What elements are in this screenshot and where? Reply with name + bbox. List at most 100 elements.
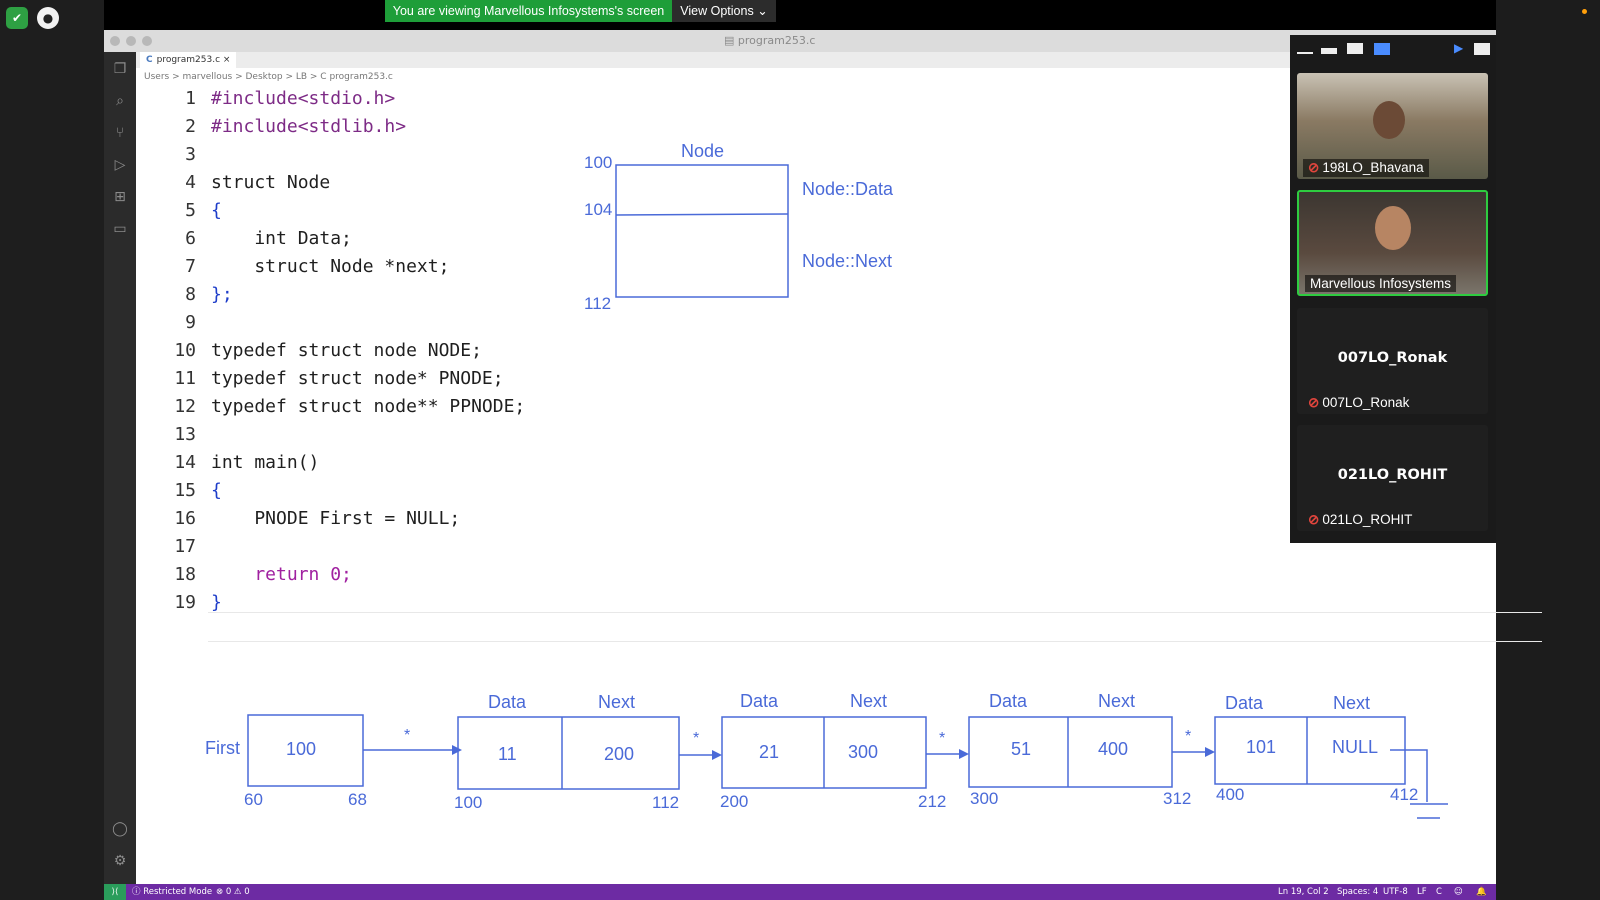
screen-share-bar: You are viewing Marvellous Infosystems's… bbox=[104, 0, 1587, 30]
language-mode[interactable]: C bbox=[1436, 884, 1442, 900]
gallery-view-icon[interactable] bbox=[1374, 43, 1390, 55]
arrow-head bbox=[712, 750, 722, 760]
sharing-banner: You are viewing Marvellous Infosystems's… bbox=[385, 0, 672, 22]
close-window-button[interactable] bbox=[110, 36, 120, 46]
minimize-window-button[interactable] bbox=[126, 36, 136, 46]
linked-list-diagram: First 100 60 68 * Data Next 11 200 100 1… bbox=[205, 691, 1448, 819]
speaker-view-small-icon[interactable] bbox=[1321, 48, 1337, 54]
node-next: 400 bbox=[1098, 739, 1128, 759]
restricted-mode[interactable]: ⓘ Restricted Mode bbox=[132, 884, 212, 900]
data-label: Data bbox=[1225, 693, 1264, 713]
explorer-icon[interactable]: ❐ bbox=[111, 60, 129, 78]
remote-explorer-icon[interactable]: ▭ bbox=[111, 220, 129, 238]
speaker-view-icon[interactable] bbox=[1347, 43, 1363, 54]
next-field-label: Node::Next bbox=[802, 251, 892, 271]
shield-icon[interactable]: ✔ bbox=[6, 7, 28, 29]
participant-video-feed bbox=[1375, 206, 1411, 250]
address-label: 68 bbox=[348, 790, 367, 809]
address-label: 112 bbox=[652, 793, 679, 812]
next-label: Next bbox=[1098, 691, 1135, 711]
search-icon[interactable]: ⌕ bbox=[111, 92, 129, 110]
settings-gear-icon[interactable]: ⚙ bbox=[111, 852, 129, 870]
participant-display-name: 021LO_ROHIT bbox=[1337, 467, 1448, 483]
remote-indicator-icon[interactable]: ⟩⟨ bbox=[104, 884, 126, 900]
first-label: First bbox=[205, 738, 240, 758]
list-node bbox=[457, 716, 680, 790]
activity-dot bbox=[1582, 9, 1587, 14]
os-dock: ✔ ● bbox=[0, 0, 104, 900]
arrow-head bbox=[1205, 747, 1215, 757]
exit-panel-icon[interactable] bbox=[1474, 43, 1490, 55]
indentation[interactable]: Spaces: 4 bbox=[1337, 884, 1378, 900]
video-tile[interactable]: ⊘ 198LO_Bhavana bbox=[1297, 73, 1488, 179]
minimize-icon[interactable] bbox=[1297, 52, 1313, 54]
view-options-label: View Options bbox=[680, 4, 754, 18]
address-label: 300 bbox=[970, 789, 998, 808]
tab-label: program253.c bbox=[156, 55, 221, 65]
first-value: 100 bbox=[286, 739, 316, 759]
list-node bbox=[968, 716, 1173, 788]
participant-name: ⊘ 198LO_Bhavana bbox=[1303, 159, 1429, 177]
current-line-highlight bbox=[208, 612, 1542, 642]
node-data: 11 bbox=[498, 744, 517, 764]
node-box bbox=[615, 164, 789, 298]
node-next: 300 bbox=[848, 742, 878, 762]
record-icon[interactable]: ● bbox=[37, 7, 59, 29]
window-title: ▤ program253.c bbox=[724, 34, 816, 47]
feedback-icon[interactable]: ☺ bbox=[1454, 884, 1463, 900]
cursor-position[interactable]: Ln 19, Col 2 bbox=[1278, 884, 1329, 900]
title-bar: ▤ program253.c bbox=[104, 30, 1496, 52]
source-control-icon[interactable]: ⑂ bbox=[111, 124, 129, 142]
node-struct-diagram: Node 100 104 112 Node::Data Node::Next bbox=[584, 141, 894, 313]
data-field-label: Node::Data bbox=[802, 179, 894, 199]
mic-muted-icon: ⊘ bbox=[1308, 160, 1320, 175]
chevron-down-icon: ⌄ bbox=[757, 4, 768, 18]
next-label: Next bbox=[598, 692, 635, 712]
account-icon[interactable]: ◯ bbox=[111, 820, 129, 838]
avatar-tile[interactable]: 021LO_ROHIT ⊘ 021LO_ROHIT bbox=[1297, 425, 1488, 531]
participant-name: ⊘ 021LO_ROHIT bbox=[1308, 512, 1413, 527]
maximize-window-button[interactable] bbox=[142, 36, 152, 46]
pointer-star: * bbox=[939, 730, 945, 747]
address-label: 400 bbox=[1216, 785, 1244, 804]
problems-count[interactable]: ⊗ 0 ⚠ 0 bbox=[216, 884, 250, 900]
arrow-head bbox=[452, 745, 462, 755]
node-data: 101 bbox=[1246, 737, 1276, 757]
data-label: Data bbox=[740, 691, 779, 711]
node-divider bbox=[615, 213, 789, 216]
node-data: 21 bbox=[759, 742, 779, 762]
encoding[interactable]: UTF-8 bbox=[1383, 884, 1408, 900]
extensions-icon[interactable]: ⊞ bbox=[111, 188, 129, 206]
address-label: 312 bbox=[1163, 789, 1191, 808]
tab-program253[interactable]: Cprogram253.c × bbox=[140, 52, 237, 68]
node-next: NULL bbox=[1332, 737, 1378, 757]
mic-muted-icon: ⊘ bbox=[1308, 512, 1320, 527]
data-label: Data bbox=[488, 692, 527, 712]
line-ending[interactable]: LF bbox=[1417, 884, 1427, 900]
address-label: 100 bbox=[454, 793, 482, 812]
close-tab-icon[interactable]: × bbox=[223, 55, 231, 65]
run-debug-icon[interactable]: ▷ bbox=[111, 156, 129, 174]
mic-muted-icon: ⊘ bbox=[1308, 395, 1320, 410]
pointer-star: * bbox=[693, 730, 699, 747]
address-label: 212 bbox=[918, 792, 946, 811]
next-label: Next bbox=[850, 691, 887, 711]
restricted-mode-label: Restricted Mode bbox=[143, 887, 213, 897]
c-file-icon: C bbox=[146, 55, 153, 65]
address-label: 104 bbox=[584, 200, 612, 219]
data-label: Data bbox=[989, 691, 1028, 711]
avatar-tile[interactable]: 007LO_Ronak ⊘ 007LO_Ronak bbox=[1297, 308, 1488, 414]
participants-panel: ▶ ⊘ 198LO_Bhavana Marvellous Infosystems … bbox=[1290, 35, 1496, 543]
address-label: 100 bbox=[584, 153, 612, 172]
active-speaker-tile[interactable]: Marvellous Infosystems bbox=[1297, 190, 1488, 296]
breadcrumb[interactable]: Users > marvellous > Desktop > LB > C pr… bbox=[144, 72, 393, 82]
view-options-button[interactable]: View Options ⌄ bbox=[672, 0, 776, 22]
next-label: Next bbox=[1333, 693, 1370, 713]
status-bar: ⟩⟨ ⓘ Restricted Mode ⊗ 0 ⚠ 0 Ln 19, Col … bbox=[104, 884, 1496, 900]
node-next: 200 bbox=[604, 744, 634, 764]
play-icon[interactable]: ▶ bbox=[1454, 41, 1463, 55]
window-title-text: program253.c bbox=[737, 34, 816, 47]
activity-bar: ❐ ⌕ ⑂ ▷ ⊞ ▭ ◯ ⚙ bbox=[104, 52, 136, 884]
node-data: 51 bbox=[1011, 739, 1031, 759]
bell-icon[interactable]: 🔔 bbox=[1476, 884, 1487, 900]
